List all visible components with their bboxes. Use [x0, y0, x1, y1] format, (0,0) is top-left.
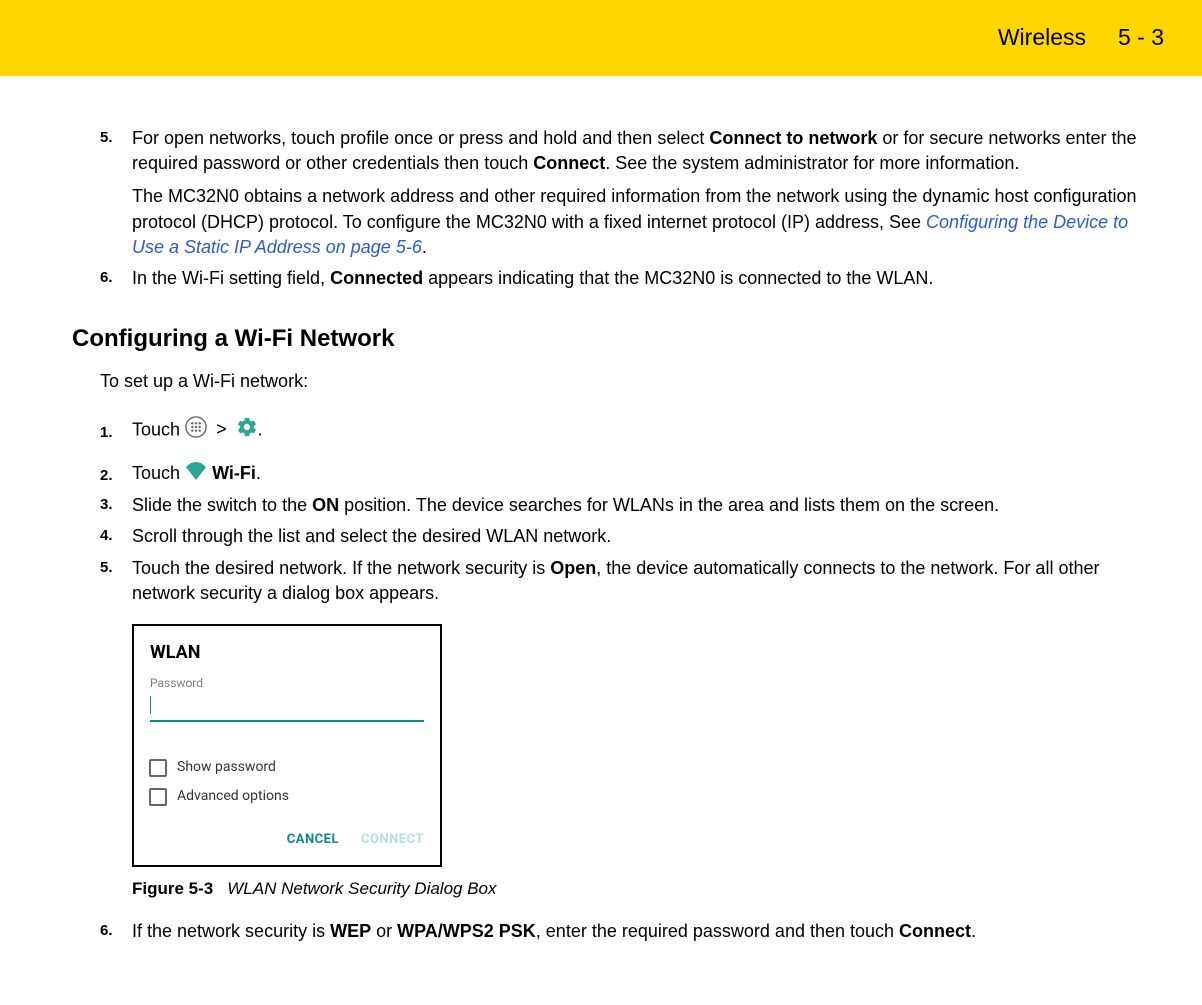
- text: If the network security is: [132, 921, 330, 941]
- wifi-icon: [185, 462, 207, 487]
- dialog-buttons: CANCEL CONNECT: [150, 831, 424, 849]
- text: . See the system administrator for more …: [605, 153, 1019, 173]
- step-number: 6.: [100, 919, 132, 944]
- checkbox-icon: [149, 788, 167, 806]
- bold-wifi: Wi-Fi: [212, 463, 256, 483]
- greater-than: >: [216, 419, 227, 439]
- section-heading: Configuring a Wi-Fi Network: [72, 325, 1162, 353]
- text: .: [258, 419, 263, 439]
- header-chapter: Wireless: [998, 24, 1086, 50]
- step-5: 5. For open networks, touch profile once…: [100, 126, 1162, 260]
- page-content: 5. For open networks, touch profile once…: [0, 76, 1202, 944]
- text-cursor: [150, 696, 151, 714]
- step-number: 6.: [100, 266, 132, 291]
- bold-wpa: WPA/WPS2 PSK: [397, 921, 536, 941]
- step-body: Touch Wi-Fi.: [132, 461, 1162, 487]
- step-body: For open networks, touch profile once or…: [132, 126, 1162, 260]
- text: .: [256, 463, 261, 483]
- step-body: Slide the switch to the ON position. The…: [132, 493, 1162, 518]
- text: appears indicating that the MC32N0 is co…: [423, 268, 933, 288]
- text: Touch: [132, 463, 185, 483]
- step5-para2: The MC32N0 obtains a network address and…: [132, 184, 1162, 260]
- cfg-step-5: 5. Touch the desired network. If the net…: [100, 556, 1162, 902]
- connect-button[interactable]: CONNECT: [361, 831, 424, 849]
- step-6: 6. In the Wi-Fi setting field, Connected…: [100, 266, 1162, 291]
- step-number: 4.: [100, 524, 132, 549]
- advanced-options-checkbox[interactable]: Advanced options: [149, 787, 424, 807]
- cancel-button[interactable]: CANCEL: [287, 831, 339, 849]
- text: Slide the switch to the: [132, 495, 312, 515]
- step-number: 5.: [100, 126, 132, 260]
- step-body: In the Wi-Fi setting field, Connected ap…: [132, 266, 1162, 291]
- bold-connect-to-network: Connect to network: [709, 128, 877, 148]
- step-number: 5.: [100, 556, 132, 902]
- bold-on: ON: [312, 495, 339, 515]
- page-header: Wireless 5 - 3: [0, 0, 1202, 76]
- show-password-checkbox[interactable]: Show password: [149, 758, 424, 778]
- settings-gear-icon: [236, 416, 258, 445]
- header-page: 5 - 3: [1118, 24, 1164, 50]
- text: Touch the desired network. If the networ…: [132, 558, 550, 578]
- password-label: Password: [150, 675, 424, 692]
- figure-number: Figure 5-3: [132, 879, 213, 898]
- text: In the Wi-Fi setting field,: [132, 268, 330, 288]
- step-number: 3.: [100, 493, 132, 518]
- bold-open: Open: [550, 558, 596, 578]
- figure-caption: Figure 5-3 WLAN Network Security Dialog B…: [132, 877, 1162, 901]
- step-number: 2.: [100, 464, 132, 484]
- text: , enter the required password and then t…: [536, 921, 899, 941]
- bold-connect: Connect: [899, 921, 971, 941]
- cfg-step-2: 2. Touch Wi-Fi.: [100, 461, 1162, 487]
- step-number: 1.: [100, 421, 132, 441]
- cfg-step-3: 3. Slide the switch to the ON position. …: [100, 493, 1162, 518]
- wlan-security-dialog: WLAN Password Show password Advanced opt…: [132, 624, 442, 867]
- bold-connected: Connected: [330, 268, 423, 288]
- text: or: [371, 921, 397, 941]
- step-body: Touch > .: [132, 416, 1162, 445]
- text: For open networks, touch profile once or…: [132, 128, 709, 148]
- cfg-step-6: 6. If the network security is WEP or WPA…: [100, 919, 1162, 944]
- header-chapter-page: Wireless 5 - 3: [998, 24, 1164, 51]
- text: .: [422, 237, 427, 257]
- bold-connect: Connect: [533, 153, 605, 173]
- checkbox-label: Show password: [177, 758, 276, 778]
- cfg-step-4: 4. Scroll through the list and select th…: [100, 524, 1162, 549]
- bold-wep: WEP: [330, 921, 371, 941]
- checkbox-label: Advanced options: [177, 787, 289, 807]
- dialog-title: WLAN: [150, 640, 424, 665]
- checkbox-icon: [149, 759, 167, 777]
- apps-grid-icon: [185, 416, 207, 445]
- intro-text: To set up a Wi-Fi network:: [100, 371, 1162, 392]
- password-input[interactable]: [150, 694, 424, 722]
- step-body: Touch the desired network. If the networ…: [132, 556, 1162, 902]
- text: position. The device searches for WLANs …: [339, 495, 999, 515]
- figure-title: WLAN Network Security Dialog Box: [227, 879, 496, 898]
- step-body: Scroll through the list and select the d…: [132, 524, 1162, 549]
- step-body: If the network security is WEP or WPA/WP…: [132, 919, 1162, 944]
- text: Touch: [132, 419, 185, 439]
- cfg-step-1: 1. Touch > .: [100, 416, 1162, 445]
- text: .: [971, 921, 976, 941]
